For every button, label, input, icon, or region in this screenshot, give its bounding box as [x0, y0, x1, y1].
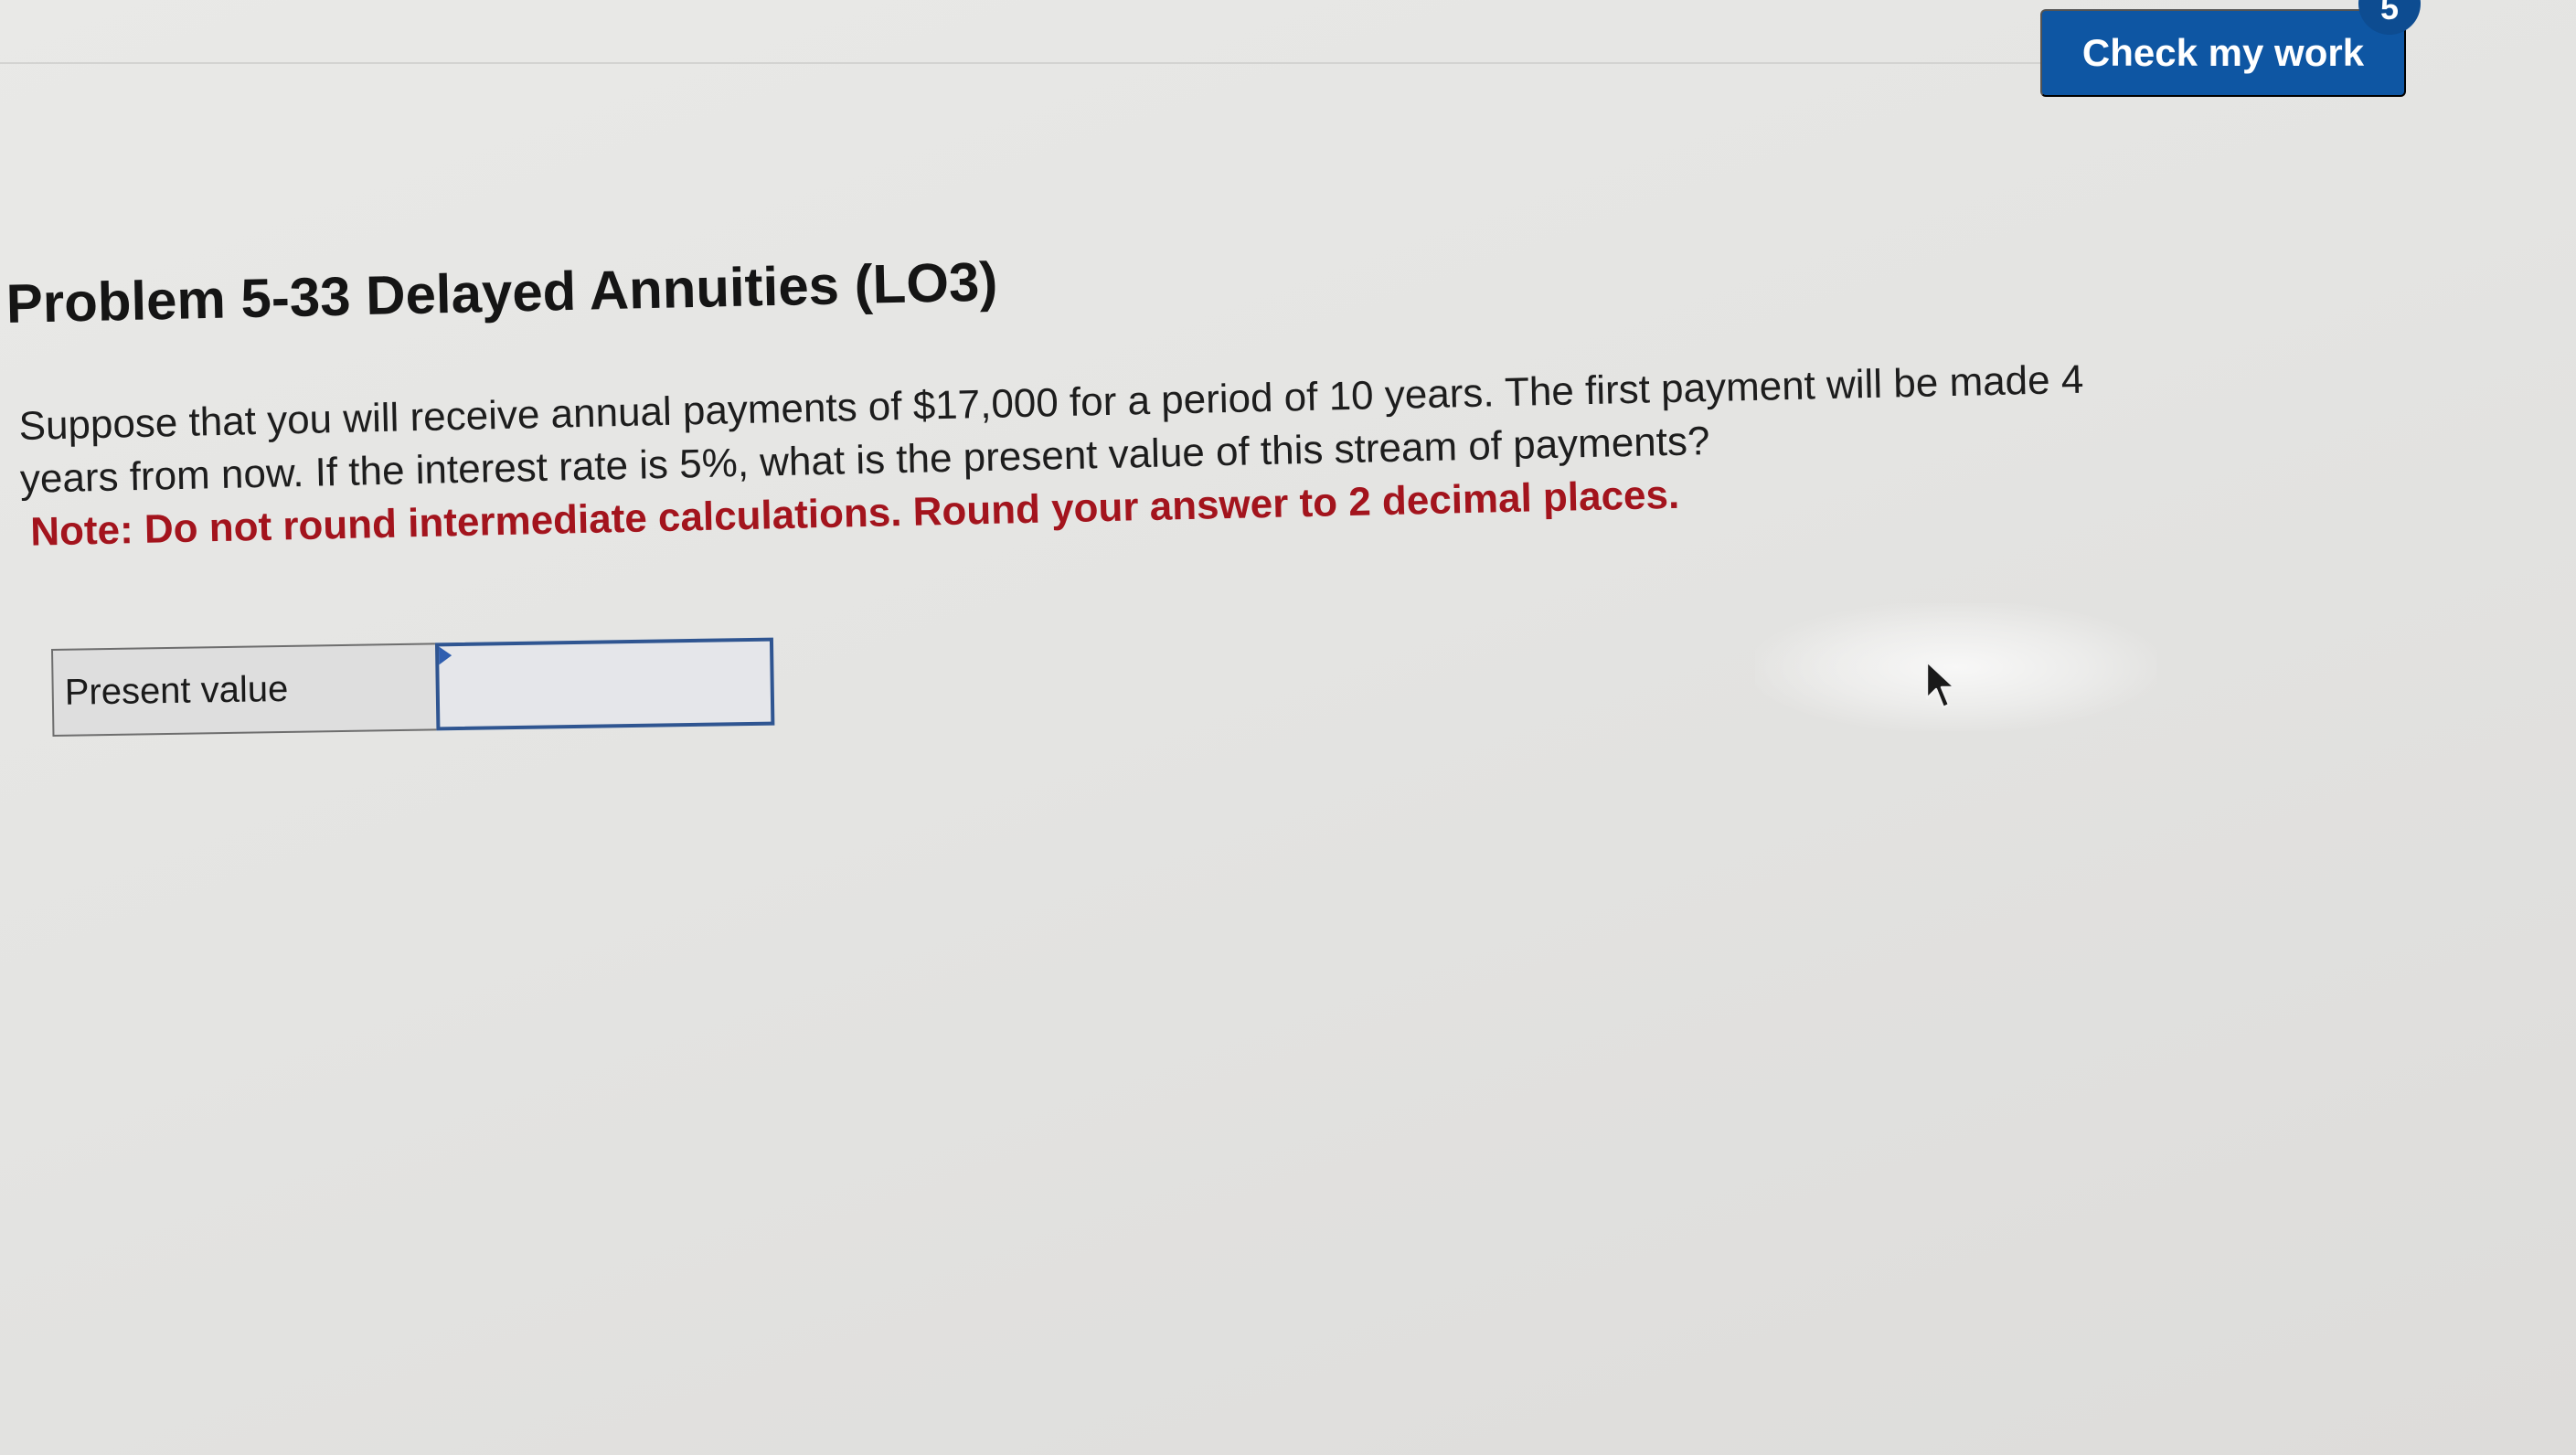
- arrow-cursor-icon: [1925, 660, 1956, 709]
- question-text: Suppose that you will receive annual pay…: [18, 347, 2343, 559]
- answer-row: Present value: [51, 637, 775, 737]
- present-value-input-wrapper: [434, 637, 775, 731]
- check-my-work-button[interactable]: Check my work: [2040, 9, 2406, 97]
- flag-icon: [439, 646, 452, 665]
- problem-title: Problem 5-33 Delayed Annuities (LO3): [5, 250, 998, 335]
- header-divider: [0, 62, 2102, 64]
- present-value-label: Present value: [51, 643, 437, 737]
- present-value-input[interactable]: [434, 637, 775, 731]
